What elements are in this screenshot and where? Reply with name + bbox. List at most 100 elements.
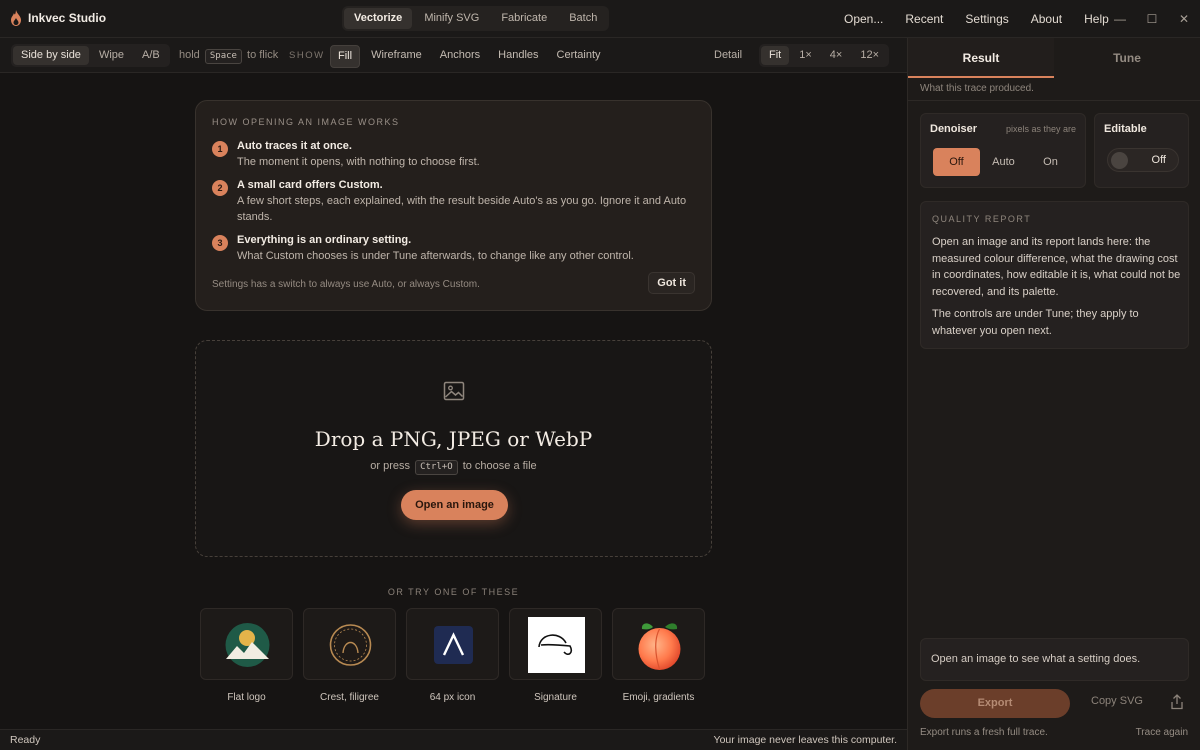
drop-zone[interactable]: Drop a PNG, JPEG or WebP or press Ctrl+O… [195, 340, 712, 557]
show-wireframe[interactable]: Wireframe [364, 45, 429, 68]
quality-report: QUALITY REPORT Open an image and its rep… [920, 201, 1189, 349]
step-heading: A small card offers Custom. [237, 179, 383, 191]
canvas-area: HOW OPENING AN IMAGE WORKS 1 Auto traces… [0, 74, 907, 729]
toggle-knob [1111, 152, 1128, 169]
sample-tile[interactable] [200, 608, 293, 680]
try-samples-label: OR TRY ONE OF THESE [387, 587, 520, 597]
zoom-1x[interactable]: 1× [791, 46, 820, 65]
flame-logo-icon [11, 10, 21, 26]
denoiser-off[interactable]: Off [933, 148, 980, 176]
mode-fabricate[interactable]: Fabricate [491, 8, 557, 29]
quality-report-text: Open an image and its report lands here:… [932, 236, 1181, 298]
zoom-group: Fit 1× 4× 12× [759, 44, 889, 67]
how-title: HOW OPENING AN IMAGE WORKS [212, 117, 400, 127]
ctrl-o-key: Ctrl+O [415, 460, 458, 475]
maximize-icon[interactable]: ☐ [1136, 12, 1168, 26]
step-number: 1 [212, 141, 228, 157]
app-brand: Inkvec Studio [10, 10, 106, 26]
denoiser-on[interactable]: On [1027, 148, 1074, 176]
how-it-works-card: HOW OPENING AN IMAGE WORKS 1 Auto traces… [195, 100, 712, 311]
sample-flat-logo[interactable]: Flat logo [200, 608, 293, 703]
got-it-button[interactable]: Got it [648, 272, 695, 294]
zoom-4x[interactable]: 4× [822, 46, 851, 65]
sample-label: Crest, filigree [320, 692, 379, 703]
sample-tile[interactable] [406, 608, 499, 680]
step-description: The moment it opens, with nothing to cho… [237, 156, 480, 168]
close-icon[interactable]: ✕ [1168, 12, 1200, 26]
denoiser-note: pixels as they are [1005, 124, 1076, 134]
mode-vectorize[interactable]: Vectorize [344, 8, 413, 29]
share-icon[interactable] [1170, 694, 1184, 710]
status-text: Ready [10, 734, 41, 746]
step-heading: Auto traces it at once. [237, 140, 352, 152]
open-image-button[interactable]: Open an image [401, 490, 508, 520]
denoiser-title: Denoiser [930, 123, 978, 135]
menu-about[interactable]: About [1020, 12, 1073, 26]
flick-hint-hold: hold [179, 49, 200, 61]
export-note: Export runs a fresh full trace. [920, 727, 1048, 738]
how-footer: Settings has a switch to always use Auto… [212, 279, 480, 290]
export-button[interactable]: Export [920, 689, 1070, 718]
step-number: 2 [212, 180, 228, 196]
minimize-icon[interactable]: — [1104, 12, 1136, 26]
sample-label: 64 px icon [429, 692, 476, 703]
toggle-state: Off [1151, 154, 1166, 166]
compare-wipe[interactable]: Wipe [91, 46, 132, 65]
mode-batch[interactable]: Batch [559, 8, 607, 29]
quality-report-title: QUALITY REPORT [932, 214, 1032, 224]
sample-signature[interactable]: Signature [509, 608, 602, 703]
zoom-fit[interactable]: Fit [761, 46, 790, 65]
sample-list: Flat logo Crest, filigree 64 px icon Sig… [200, 608, 705, 703]
show-fill[interactable]: Fill [330, 45, 361, 68]
drop-sub-after: to choose a file [462, 460, 537, 472]
compare-mode-group: Side by side Wipe A/B [11, 44, 170, 67]
how-step-1: 1 Auto traces it at once. The moment it … [212, 139, 702, 171]
sample-tile[interactable] [612, 608, 705, 680]
tab-tune[interactable]: Tune [1054, 38, 1200, 78]
panel-divider [908, 100, 1200, 101]
space-key: Space [204, 49, 242, 64]
compare-side-by-side[interactable]: Side by side [13, 46, 89, 65]
quality-report-note: The controls are under Tune; they apply … [932, 308, 1139, 337]
tab-result[interactable]: Result [908, 38, 1054, 78]
show-anchors[interactable]: Anchors [433, 45, 487, 68]
editable-box: Editable Off [1094, 113, 1189, 188]
flat-logo-thumbnail [225, 623, 270, 667]
sample-tile[interactable] [509, 608, 602, 680]
editable-toggle[interactable]: Off [1107, 148, 1179, 172]
window-controls: — ☐ ✕ [1104, 0, 1200, 38]
denoiser-options: Off Auto On [933, 148, 1074, 176]
show-certainty[interactable]: Certainty [550, 45, 608, 68]
menu-settings[interactable]: Settings [954, 12, 1019, 26]
flick-hint-tail: to flick [247, 49, 279, 61]
drop-subtitle: or press Ctrl+O to choose a file [196, 460, 711, 475]
zoom-12x[interactable]: 12× [852, 46, 887, 65]
compare-ab[interactable]: A/B [134, 46, 168, 65]
menu-recent[interactable]: Recent [894, 12, 954, 26]
sample-crest[interactable]: Crest, filigree [303, 608, 396, 703]
sample-tile[interactable] [303, 608, 396, 680]
status-bar: Ready Your image never leaves this compu… [0, 729, 907, 750]
how-step-2: 2 A small card offers Custom. A few shor… [212, 178, 702, 225]
top-menu: Open... Recent Settings About Help [833, 0, 1120, 38]
title-bar: Inkvec Studio Vectorize Minify SVG Fabri… [0, 0, 1200, 38]
mode-minify-svg[interactable]: Minify SVG [414, 8, 489, 29]
copy-svg-button[interactable]: Copy SVG [1091, 695, 1143, 707]
trace-again-link[interactable]: Trace again [1136, 727, 1188, 738]
detail-label: Detail [714, 49, 743, 61]
drop-sub-before: or press [370, 460, 411, 472]
sample-64px-icon[interactable]: 64 px icon [406, 608, 499, 703]
show-handles[interactable]: Handles [491, 45, 545, 68]
show-label: SHOW [289, 50, 325, 61]
menu-open[interactable]: Open... [833, 12, 894, 26]
drop-title: Drop a PNG, JPEG or WebP [314, 427, 593, 451]
step-description: A few short steps, each explained, with … [237, 195, 687, 223]
sample-emoji[interactable]: Emoji, gradients [612, 608, 705, 703]
privacy-note: Your image never leaves this computer. [713, 734, 897, 746]
image-icon [443, 381, 465, 401]
panel-tabs: Result Tune [908, 38, 1200, 78]
app-name: Inkvec Studio [28, 11, 107, 25]
setting-hint: Open an image to see what a setting does… [920, 638, 1189, 681]
denoiser-auto[interactable]: Auto [980, 148, 1027, 176]
denoiser-box: Denoiser pixels as they are Off Auto On [920, 113, 1086, 188]
